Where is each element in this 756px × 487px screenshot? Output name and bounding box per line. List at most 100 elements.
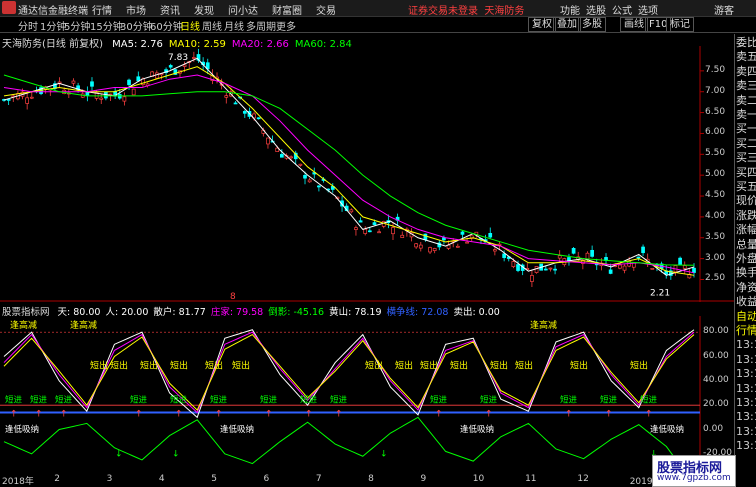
sidebar-item[interactable]: 外盘 [736,252,756,266]
login-notice[interactable]: 证券交易未登录 天海防务 [408,2,524,17]
date-tick: 6 [263,474,270,484]
sidebar-item[interactable]: 总量 [736,238,756,252]
user-label[interactable]: 游客 [714,2,734,17]
date-tick: 7 [315,474,322,484]
sidebar-item[interactable]: 行情 [736,324,756,338]
ind-line-黄山 [3,333,695,411]
sidebar-item[interactable]: 买二 [736,137,756,151]
menu-jiaoyi[interactable]: 交易 [316,2,336,17]
sidebar-item[interactable]: 涨幅 [736,223,756,237]
menu-xuangu[interactable]: 选股 [586,2,606,17]
candle-body [622,265,627,271]
ind-line-散户 [3,329,695,419]
sidebar-item[interactable]: 13:1 [736,367,756,381]
period-more[interactable]: 更多 [276,18,296,33]
signal-top: 逢高减 [530,319,557,331]
date-tick: 9 [420,474,427,484]
title-bar: 通达信金融终端 行情 市场 资讯 发现 问小达 财富圈 交易 证券交易未登录 天… [0,0,756,17]
candle-body [182,64,187,67]
huaxian-button[interactable]: 画线 [620,17,648,32]
sidebar-item[interactable]: 卖一 [736,108,756,122]
menu-zixun[interactable]: 资讯 [160,2,180,17]
price-tick: 4.00 [705,210,726,221]
watermark-url: www.7gpzb.com [657,473,731,483]
sidebar-item[interactable]: 卖四 [736,65,756,79]
duogu-button[interactable]: 多股 [578,17,606,32]
sidebar-item[interactable]: 收益 [736,295,756,309]
candle-body [590,249,594,257]
ind-tick: 60.00 [703,350,729,361]
period-1min[interactable]: 1分钟 [40,18,66,33]
sidebar-item[interactable]: 涨跌 [736,209,756,223]
menu-xuanxiang[interactable]: 选项 [638,2,658,17]
down-arrow: ↓ [172,449,180,459]
sidebar-item[interactable]: 13:1 [736,425,756,439]
menu-faxian[interactable]: 发现 [194,2,214,17]
indicator-chart[interactable]: 逢高减 逢高减 逢高减短出 短出 短出 短出 短出 短出 短出 短出 短出 短出 短出 短出 短出 短出短进↑… [0,316,734,472]
price-tick: 6.50 [705,106,726,117]
diejia-button[interactable]: 叠加 [553,17,581,32]
period-30min[interactable]: 30分钟 [120,18,153,33]
buy-arrow: ↑ [175,409,183,419]
signal-buy: 短进 [210,395,228,406]
period-daily[interactable]: 日线 [180,18,200,33]
buy-arrow: ↑ [35,409,43,419]
signal-low: 逢低吸纳 [650,424,684,435]
sidebar-item[interactable]: 13:1 [736,439,756,453]
sidebar-item[interactable]: 13:1 [736,382,756,396]
sidebar-item[interactable]: 自动 [736,310,756,324]
menu-shichang[interactable]: 市场 [126,2,146,17]
sidebar-item[interactable]: 委比 [736,36,756,50]
sidebar-item[interactable]: 买三 [736,151,756,165]
sidebar-item[interactable]: 买五 [736,180,756,194]
menu-gongshi[interactable]: 公式 [612,2,632,17]
sidebar-item[interactable]: 13:1 [736,353,756,367]
fuquan-button[interactable]: 复权 [528,17,556,32]
signal-sell: 短出 [515,360,533,372]
signal-buy: 短进 [5,395,23,406]
candle-body [455,245,460,248]
period-multi[interactable]: 多周期 [246,18,276,33]
signal-sell: 短出 [232,360,250,372]
sidebar-item[interactable]: 换手 [736,266,756,280]
period-15min[interactable]: 15分钟 [90,18,123,33]
period-monthly[interactable]: 月线 [224,18,244,33]
sidebar-item[interactable]: 卖五 [736,50,756,64]
sidebar-item[interactable]: 现价 [736,194,756,208]
period-fenshi[interactable]: 分时 [18,18,38,33]
menu-gongneng[interactable]: 功能 [560,2,580,17]
candlestick-chart[interactable]: 7.83 2.21 8 [0,46,734,302]
candle-body [516,264,520,271]
candle-body [608,269,613,274]
price-tick: 7.50 [705,64,726,75]
quote-sidebar[interactable]: 委比 卖五 卖四 卖三 卖二 卖一 买一 买二 买三 买四 买五 现价 涨跌 涨幅 总量 外盘 换手 净资 收益 自动… [734,34,756,487]
period-60min[interactable]: 60分钟 [150,18,183,33]
low-price-label: 2.21 [650,289,670,299]
sidebar-item[interactable]: 13:1 [736,338,756,352]
sidebar-item[interactable]: 买四 [736,166,756,180]
candle-body [465,241,469,244]
ind-line-倒影 [3,416,686,472]
candle-body [493,249,497,252]
period-weekly[interactable]: 周线 [202,18,222,33]
sidebar-item[interactable]: 13:1 [736,396,756,410]
sidebar-item[interactable]: 卖二 [736,94,756,108]
candle-body [363,228,368,234]
buy-arrow: ↑ [605,409,613,419]
candle-body [460,231,465,235]
signal-buy: 短进 [170,395,188,406]
biaoji-button[interactable]: 标记 [666,17,694,32]
buy-arrow: ↑ [305,409,313,419]
buy-arrow: ↑ [10,409,18,419]
date-tick: 5 [211,474,217,484]
menu-caifuquan[interactable]: 财富圈 [272,2,302,17]
sidebar-item[interactable]: 净资 [736,281,756,295]
buy-arrow: ↑ [265,409,273,419]
sidebar-item[interactable]: 买一 [736,122,756,136]
menu-wenxiaoda[interactable]: 问小达 [228,2,258,17]
sidebar-item[interactable]: 13:1 [736,410,756,424]
period-5min[interactable]: 5分钟 [64,18,90,33]
sidebar-item[interactable]: 卖三 [736,79,756,93]
buy-arrow: ↑ [645,409,653,419]
menu-hangqing[interactable]: 行情 [92,2,112,17]
